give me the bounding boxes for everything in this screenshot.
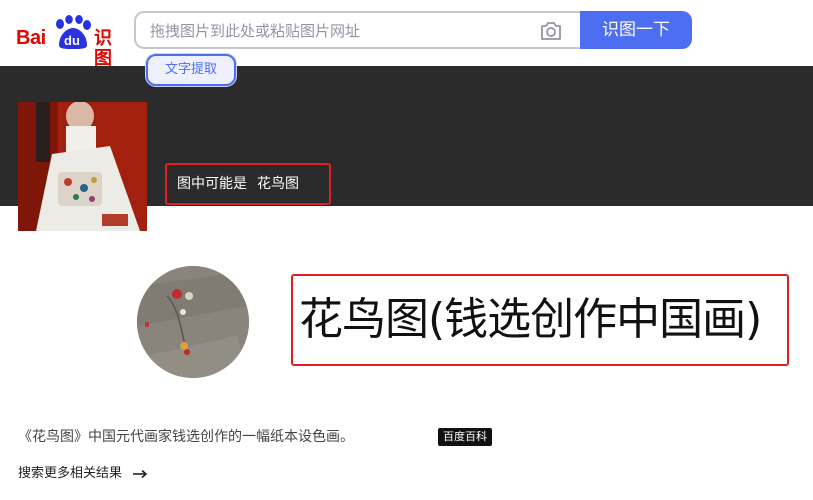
result-guess: 花鸟图 [257, 176, 299, 192]
logo-shitu-text: 识图 [94, 28, 112, 68]
entity-title-box[interactable]: 花鸟图(钱选创作中国画) [291, 274, 789, 366]
entity-image [137, 266, 249, 378]
baidu-shitu-logo[interactable]: Bai du 识图 [16, 14, 118, 68]
search-button[interactable]: 识图一下 [580, 11, 692, 49]
result-prefix: 图中可能是 [177, 176, 247, 192]
text-extract-button[interactable]: 文字提取 [146, 54, 236, 86]
query-image [18, 102, 147, 231]
entity-description: 《花鸟图》中国元代画家钱选创作的一幅纸本设色画。 [18, 429, 354, 445]
logo-du-text: du [64, 33, 80, 48]
top-header: Bai du 识图 识图一下 [0, 0, 813, 68]
camera-icon[interactable] [540, 21, 562, 41]
entity-title: 花鸟图(钱选创作中国画) [299, 294, 762, 345]
search-more-link[interactable]: 搜索更多相关结果 [18, 462, 148, 481]
logo-bai-text: Bai [16, 27, 46, 49]
image-url-input[interactable] [148, 13, 532, 49]
search-more-label: 搜索更多相关结果 [18, 466, 123, 481]
search-box [134, 11, 580, 49]
baike-source-badge[interactable]: 百度百科 [438, 428, 492, 446]
entity-avatar[interactable] [137, 266, 249, 378]
arrow-right-icon [133, 469, 148, 478]
result-guess-box[interactable]: 图中可能是 花鸟图 [165, 163, 331, 205]
query-image-thumbnail[interactable] [18, 102, 147, 231]
